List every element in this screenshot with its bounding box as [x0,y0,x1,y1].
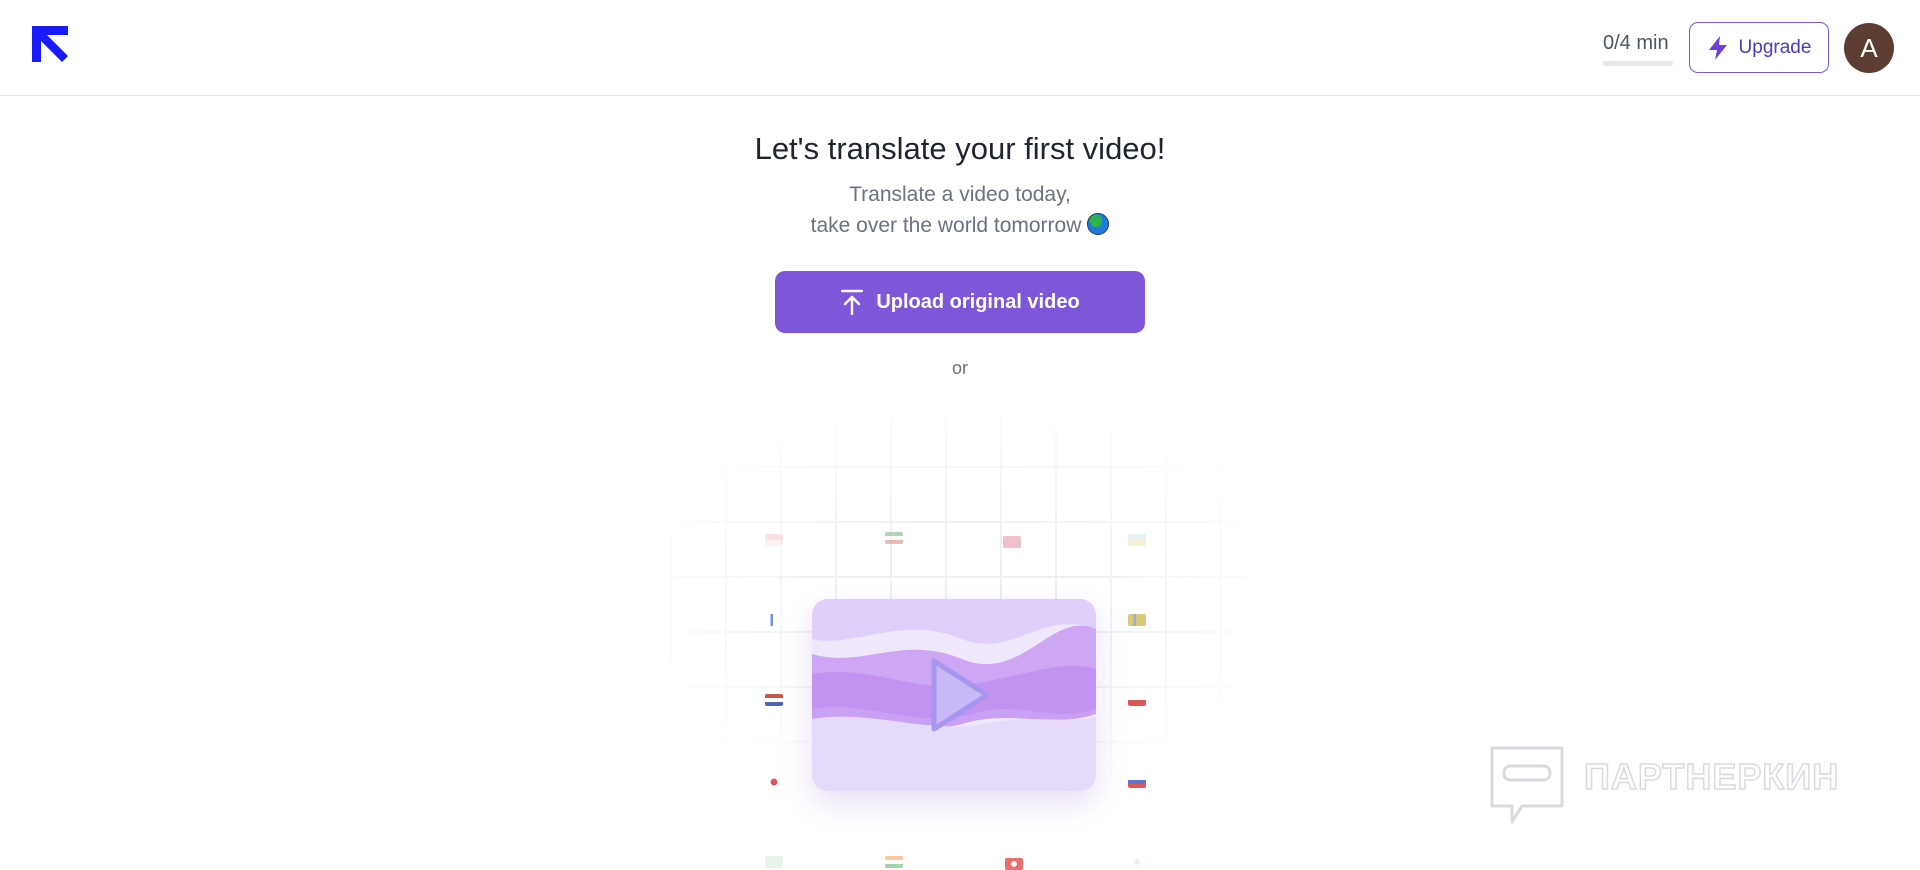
subtitle-line-2: take over the world tomorrow [810,214,1082,237]
flag-icon [1128,614,1146,626]
watermark-logo-icon [1490,746,1564,824]
watermark-text: ПАРТНЕРКИН [1583,755,1840,798]
flag-icon [1128,856,1146,868]
flag-icon [765,776,783,788]
main-content: Let's translate your first video! Transl… [0,96,1920,870]
usage-meter: 0/4 min [1603,32,1675,66]
flag-icon [885,532,903,544]
flag-icon [765,694,783,706]
video-thumbnail [812,599,1096,791]
avatar-initial: A [1860,32,1878,63]
upgrade-button[interactable]: Upgrade [1689,22,1829,73]
flag-icon [1005,858,1023,870]
flag-icon [1128,534,1146,546]
globe-icon [1087,213,1110,235]
usage-text: 0/4 min [1603,32,1669,54]
flag-icon [765,856,783,868]
page-title: Let's translate your first video! [754,131,1166,166]
top-bar: 0/4 min Upgrade A [0,0,1920,96]
usage-progress-bar [1603,61,1673,66]
subtitle-line-1: Translate a video today, [849,183,1071,206]
flag-icon [885,856,903,868]
upgrade-label: Upgrade [1738,36,1812,58]
subtitle-line-2-wrapper: take over the world tomorrow [0,213,1920,238]
video-preview-card [812,599,1096,791]
flag-icon [765,614,783,626]
flag-icon [765,534,783,546]
flag-icon [1128,694,1146,706]
logo-icon[interactable] [32,26,68,62]
upload-label: Upload original video [876,290,1080,313]
avatar[interactable]: A [1844,23,1894,73]
flag-icon [1128,776,1146,788]
lightning-bolt-icon [1708,35,1727,60]
flag-icon [1003,536,1021,548]
or-divider-text: or [951,358,968,378]
upload-arrow-icon [841,289,864,315]
watermark: ПАРТНЕРКИН [1488,744,1868,826]
upload-original-video-button[interactable]: Upload original video [775,271,1145,333]
